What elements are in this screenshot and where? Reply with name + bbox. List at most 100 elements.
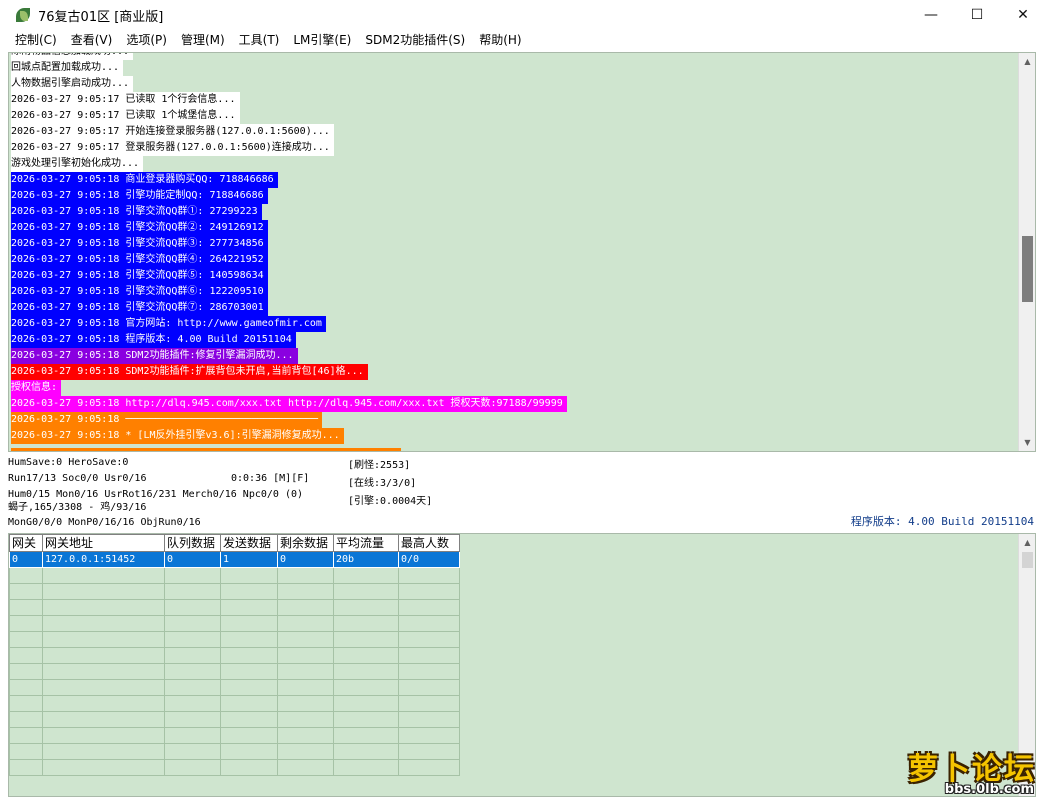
maximize-button[interactable]: ☐ [954, 0, 1000, 30]
table-row-empty[interactable] [9, 567, 460, 584]
table-cell[interactable] [42, 583, 165, 600]
table-cell[interactable] [398, 679, 460, 696]
table-cell[interactable] [164, 743, 221, 760]
table-cell[interactable] [277, 759, 334, 776]
table-cell[interactable] [333, 743, 399, 760]
table-cell[interactable] [42, 615, 165, 632]
table-cell[interactable] [9, 567, 43, 584]
table-cell[interactable] [164, 615, 221, 632]
table-cell[interactable] [164, 583, 221, 600]
table-cell[interactable] [220, 759, 278, 776]
table-cell[interactable] [9, 663, 43, 680]
table-cell[interactable] [333, 695, 399, 712]
table-cell[interactable] [277, 615, 334, 632]
table-cell[interactable] [277, 647, 334, 664]
table-cell[interactable]: 0/0 [398, 551, 460, 568]
table-cell[interactable] [164, 679, 221, 696]
table-cell[interactable] [220, 631, 278, 648]
table-cell[interactable] [333, 727, 399, 744]
table-cell[interactable] [9, 615, 43, 632]
table-cell[interactable] [9, 631, 43, 648]
table-cell[interactable] [277, 631, 334, 648]
table-cell[interactable] [220, 647, 278, 664]
table-cell[interactable] [333, 647, 399, 664]
table-cell[interactable] [164, 759, 221, 776]
table-cell[interactable] [333, 567, 399, 584]
table-row-empty[interactable] [9, 711, 460, 728]
table-row-empty[interactable] [9, 631, 460, 648]
table-row[interactable]: 0 127.0.0.1:51452 0 1 0 20b 0/0 [9, 551, 460, 568]
table-cell[interactable] [42, 679, 165, 696]
col-sent-data[interactable]: 发送数据 [220, 534, 278, 552]
table-cell[interactable] [220, 599, 278, 616]
table-cell[interactable] [277, 663, 334, 680]
table-cell[interactable] [220, 711, 278, 728]
table-cell[interactable] [164, 663, 221, 680]
table-cell[interactable] [277, 583, 334, 600]
menu-lm-engine[interactable]: LM引擎(E) [286, 30, 358, 51]
table-cell[interactable] [42, 727, 165, 744]
menu-control[interactable]: 控制(C) [8, 30, 64, 51]
table-cell[interactable] [220, 695, 278, 712]
table-cell[interactable] [277, 727, 334, 744]
menu-sdm2-plugin[interactable]: SDM2功能插件(S) [358, 30, 472, 51]
table-cell[interactable] [9, 583, 43, 600]
table-cell[interactable] [398, 711, 460, 728]
table-cell[interactable] [9, 727, 43, 744]
table-cell[interactable] [398, 631, 460, 648]
log-scrollbar[interactable]: ▲ ▼ [1018, 53, 1035, 451]
table-cell[interactable] [9, 647, 43, 664]
log-scroll-thumb[interactable] [1022, 236, 1033, 302]
table-cell[interactable] [42, 695, 165, 712]
menu-options[interactable]: 选项(P) [119, 30, 174, 51]
table-cell[interactable]: 0 [277, 551, 334, 568]
col-remaining-data[interactable]: 剩余数据 [277, 534, 334, 552]
table-cell[interactable] [164, 647, 221, 664]
col-gateway[interactable]: 网关 [9, 534, 43, 552]
table-row-empty[interactable] [9, 679, 460, 696]
table-cell[interactable] [42, 759, 165, 776]
table-cell[interactable] [398, 743, 460, 760]
table-row-empty[interactable] [9, 583, 460, 600]
minimize-button[interactable]: — [908, 0, 954, 30]
table-cell[interactable] [164, 711, 221, 728]
table-cell[interactable] [164, 695, 221, 712]
table-cell[interactable] [398, 567, 460, 584]
menu-view[interactable]: 查看(V) [64, 30, 120, 51]
table-cell[interactable] [398, 663, 460, 680]
table-cell[interactable] [164, 631, 221, 648]
table-cell[interactable] [277, 711, 334, 728]
table-cell[interactable] [9, 743, 43, 760]
table-cell[interactable]: 1 [220, 551, 278, 568]
grid-scroll-up-icon[interactable]: ▲ [1019, 534, 1035, 551]
col-max-users[interactable]: 最高人数 [398, 534, 460, 552]
grid-scroll-thumb[interactable] [1022, 552, 1033, 568]
menu-manage[interactable]: 管理(M) [174, 30, 232, 51]
table-cell[interactable] [333, 711, 399, 728]
table-cell[interactable] [333, 759, 399, 776]
table-row-empty[interactable] [9, 727, 460, 744]
table-cell[interactable] [220, 679, 278, 696]
table-cell[interactable] [277, 567, 334, 584]
table-cell[interactable] [164, 567, 221, 584]
table-cell[interactable] [220, 615, 278, 632]
table-cell[interactable] [277, 599, 334, 616]
table-cell[interactable] [9, 679, 43, 696]
table-cell[interactable]: 0 [164, 551, 221, 568]
table-cell[interactable] [42, 567, 165, 584]
table-cell[interactable] [333, 583, 399, 600]
table-cell[interactable] [277, 679, 334, 696]
table-cell[interactable] [42, 711, 165, 728]
table-cell[interactable]: 127.0.0.1:51452 [42, 551, 165, 568]
scroll-down-icon[interactable]: ▼ [1019, 434, 1035, 451]
table-row-empty[interactable] [9, 663, 460, 680]
col-queue-data[interactable]: 队列数据 [164, 534, 221, 552]
table-cell[interactable] [398, 599, 460, 616]
table-row-empty[interactable] [9, 647, 460, 664]
table-row-empty[interactable] [9, 743, 460, 760]
close-button[interactable]: ✕ [1000, 0, 1046, 30]
table-cell[interactable] [42, 599, 165, 616]
table-cell[interactable] [333, 631, 399, 648]
table-cell[interactable] [333, 663, 399, 680]
table-cell[interactable] [9, 599, 43, 616]
